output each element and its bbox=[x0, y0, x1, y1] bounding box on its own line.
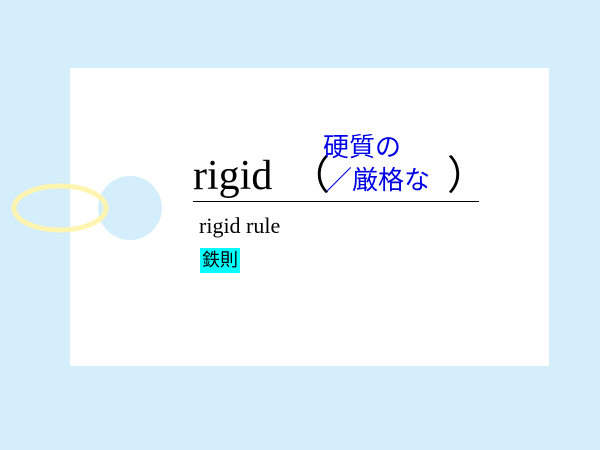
paren-close: ） bbox=[447, 153, 487, 198]
card-decoration bbox=[11, 176, 162, 240]
vocab-word: rigid bbox=[193, 153, 273, 199]
meaning-line-2: ／厳格な bbox=[326, 166, 431, 196]
meaning-line-1: 硬質の bbox=[323, 133, 402, 163]
underline-divider bbox=[193, 201, 479, 202]
example-phrase: rigid rule bbox=[199, 213, 281, 238]
ring-icon bbox=[11, 183, 109, 233]
example-translation: 鉄則 bbox=[200, 248, 240, 273]
